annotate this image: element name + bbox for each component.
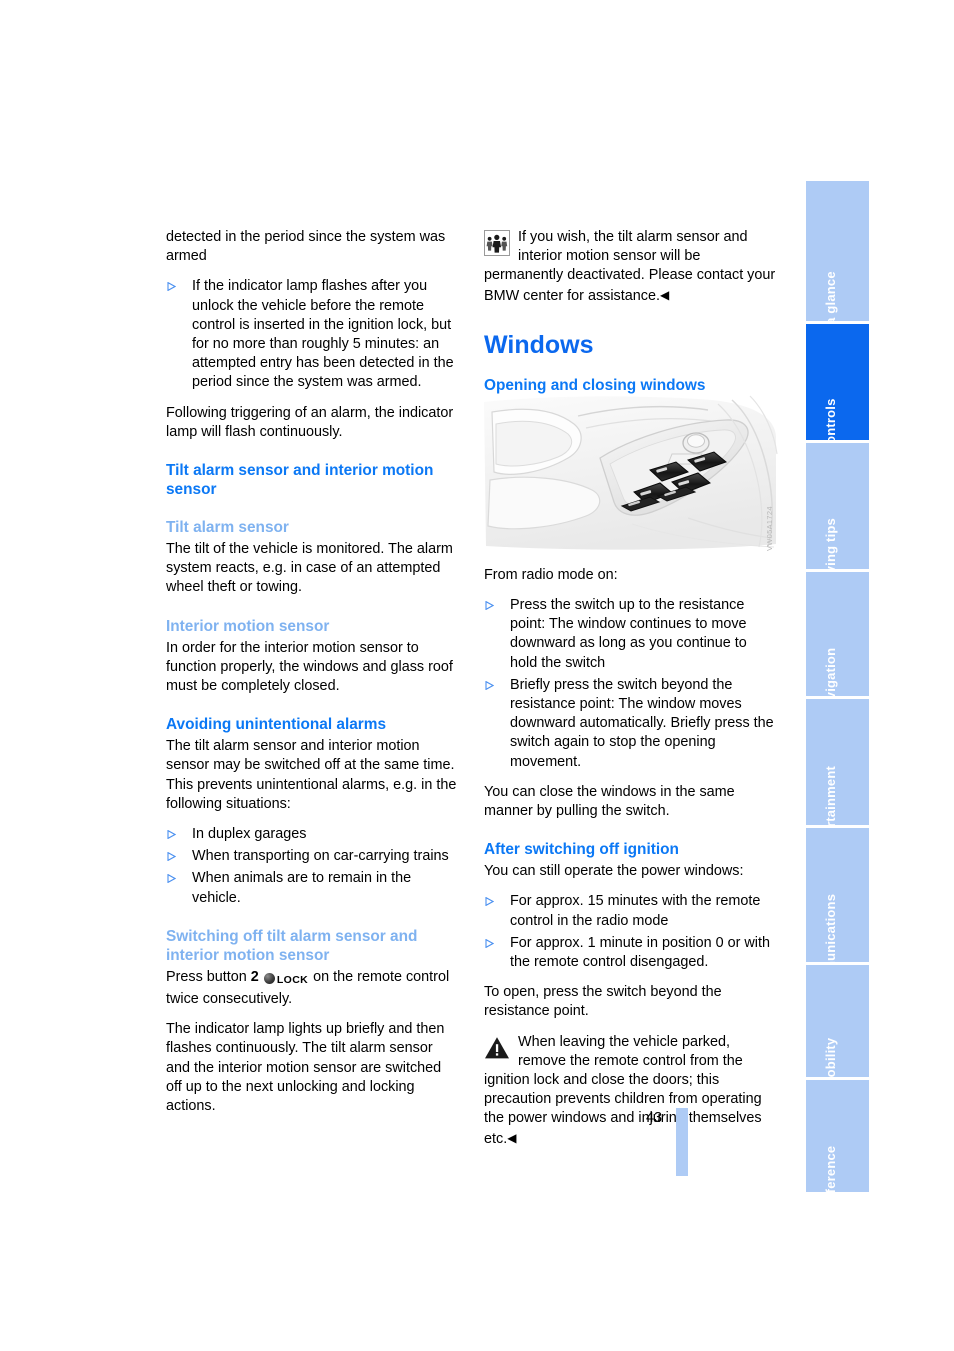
triangle-right-bullet-icon <box>167 277 179 296</box>
lock-key-label: LOCK <box>276 973 309 986</box>
following-alarm-paragraph: Following triggering of an alarm, the in… <box>166 404 454 440</box>
heading-interior-motion-sensor: Interior motion sensor <box>166 617 330 635</box>
list-item-text: Press the switch up to the resistance po… <box>510 597 747 671</box>
sidebar-item-label: Entertainment <box>822 765 838 825</box>
sidebar-item-controls[interactable]: Controls <box>806 324 869 440</box>
triangle-right-bullet-icon <box>167 869 179 888</box>
press-button-number: 2 <box>250 968 259 985</box>
manual-page: detected in the period since the system … <box>0 0 954 1351</box>
end-marker: ◀ <box>507 1130 517 1145</box>
warning-text: When leaving the vehicle parked, remove … <box>484 1033 762 1147</box>
service-people-icon <box>484 230 510 256</box>
paragraph-still-operate: You can still operate the power windows: <box>484 863 744 880</box>
sidebar-item-entertainment[interactable]: Entertainment <box>806 699 869 825</box>
list-item-text: When animals are to remain in the vehicl… <box>192 870 412 906</box>
sidebar-item-label: Driving tips <box>822 518 838 569</box>
list-item: In duplex garages <box>166 825 458 844</box>
sidebar-item-label: Controls <box>822 398 838 440</box>
lock-key-icon: LOCK <box>263 970 309 990</box>
sidebar-item-driving-tips[interactable]: Driving tips <box>806 443 869 569</box>
press-button-prefix: Press button <box>166 968 247 985</box>
list-item-text: When transporting on car-carrying trains <box>192 848 449 865</box>
right-text-column: If you wish, the tilt alarm sensor and i… <box>484 228 776 1160</box>
list-item: Press the switch up to the resistance po… <box>484 596 776 673</box>
heading-avoiding-unintentional-alarms: Avoiding unintentional alarms <box>166 716 387 734</box>
bullet-list-indicator: If the indicator lamp flashes after you … <box>166 277 458 392</box>
triangle-right-bullet-icon <box>167 825 179 844</box>
list-item-text: If the indicator lamp flashes after you … <box>192 278 454 391</box>
page-title-windows: Windows <box>484 330 594 359</box>
heading-tilt-alarm-sensor: Tilt alarm sensor <box>166 519 289 537</box>
triangle-right-bullet-icon <box>167 847 179 866</box>
warning-triangle-icon <box>484 1035 510 1061</box>
list-item: When transporting on car-carrying trains <box>166 847 458 866</box>
sidebar-item-label: Navigation <box>822 647 838 696</box>
triangle-right-bullet-icon <box>485 676 497 695</box>
heading-after-switching-off-ignition: After switching off ignition <box>484 841 679 859</box>
sidebar-item-communications[interactable]: Communications <box>806 828 869 962</box>
triangle-right-bullet-icon <box>485 892 497 911</box>
sidebar-item-mobility[interactable]: Mobility <box>806 965 869 1077</box>
triangle-right-bullet-icon <box>485 596 497 615</box>
list-item: For approx. 15 minutes with the remote c… <box>484 892 776 930</box>
continuation-paragraph: detected in the period since the system … <box>166 229 446 265</box>
bullet-list-after-ignition: For approx. 15 minutes with the remote c… <box>484 892 776 972</box>
end-marker: ◀ <box>659 287 670 302</box>
paragraph-from-radio-mode: From radio mode on: <box>484 566 618 583</box>
list-item-text: In duplex garages <box>192 826 307 843</box>
sidebar-item-label: Communications <box>822 893 838 962</box>
bullet-list-window-operation: Press the switch up to the resistance po… <box>484 596 776 772</box>
paragraph-avoiding-alarms: The tilt alarm sensor and interior motio… <box>166 738 457 812</box>
paragraph-interior-motion-sensor: In order for the interior motion sensor … <box>166 639 453 695</box>
list-item: For approx. 1 minute in position 0 or wi… <box>484 934 776 972</box>
paragraph-indicator-lamp: The indicator lamp lights up briefly and… <box>166 1021 445 1115</box>
list-item-text: For approx. 15 minutes with the remote c… <box>510 893 761 929</box>
heading-tilt-and-interior: Tilt alarm sensor and interior motion se… <box>166 462 434 499</box>
heading-opening-closing-windows: Opening and closing windows <box>484 376 706 394</box>
paragraph-to-open: To open, press the switch beyond the res… <box>484 984 722 1020</box>
list-item-text: For approx. 1 minute in position 0 or wi… <box>510 934 770 971</box>
sidebar-item-label: Mobility <box>822 1037 838 1077</box>
warning-block: When leaving the vehicle parked, remove … <box>484 1033 776 1149</box>
list-item: Briefly press the switch beyond the resi… <box>484 676 776 772</box>
sidebar-item-label: Reference <box>822 1145 838 1192</box>
sidebar-item-reference[interactable]: Reference <box>806 1080 869 1192</box>
section-tab-rail: At a glance Controls Driving tips Naviga… <box>806 181 869 1192</box>
note-service-block: If you wish, the tilt alarm sensor and i… <box>484 228 776 306</box>
sidebar-item-navigation[interactable]: Navigation <box>806 572 869 696</box>
lock-dot-icon <box>263 972 275 984</box>
list-item: When animals are to remain in the vehicl… <box>166 869 458 907</box>
paragraph-tilt-alarm-sensor: The tilt of the vehicle is monitored. Th… <box>166 541 453 596</box>
figure-code-label: VW05A1724 <box>765 506 774 551</box>
triangle-right-bullet-icon <box>485 934 497 953</box>
sidebar-item-label: At a glance <box>822 271 838 321</box>
sidebar-item-at-a-glance[interactable]: At a glance <box>806 181 869 321</box>
left-text-column: detected in the period since the system … <box>166 228 458 1127</box>
list-item: If the indicator lamp flashes after you … <box>166 277 458 392</box>
heading-switching-off-sensors: Switching off tilt alarm sensor and inte… <box>166 927 418 964</box>
page-number: 43 <box>646 1110 663 1126</box>
list-item-text: Briefly press the switch beyond the resi… <box>510 676 774 770</box>
figure-power-window-switches: VW05A1724 <box>482 394 778 553</box>
paragraph-press-button: Press button 2 LOCK on the remote control … <box>166 968 458 1009</box>
page-edge-marker <box>676 1108 688 1176</box>
note-service-text: If you wish, the tilt alarm sensor and i… <box>484 229 776 304</box>
paragraph-close-same-manner: You can close the windows in the same ma… <box>484 783 735 820</box>
bullet-list-situations: In duplex garages When transporting on c… <box>166 825 458 908</box>
